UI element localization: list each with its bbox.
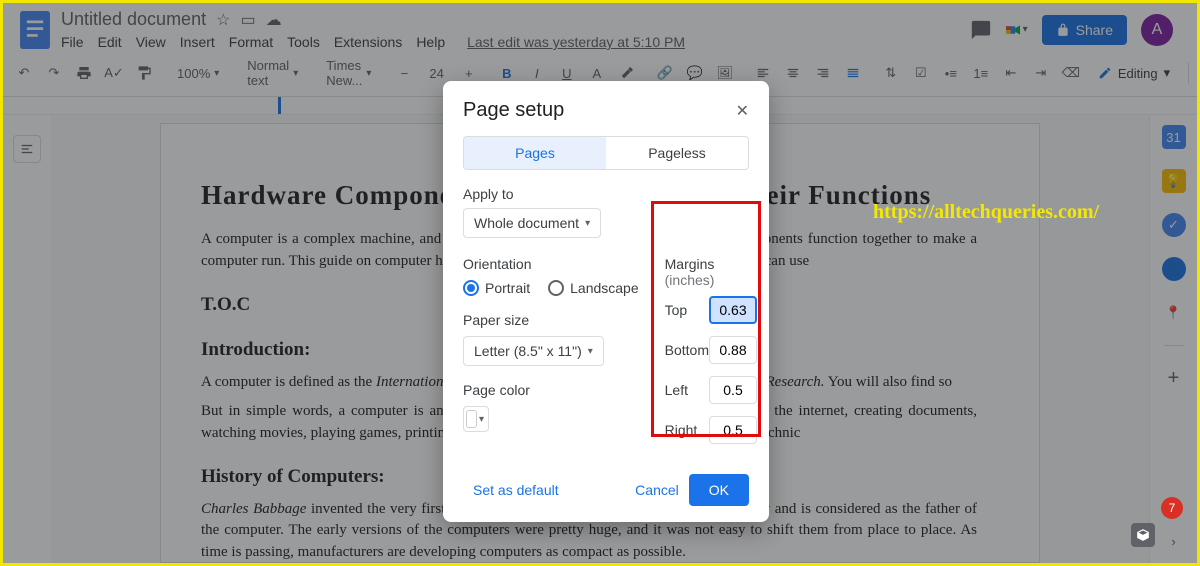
- margin-bottom-input[interactable]: [709, 336, 757, 364]
- margin-top-label: Top: [665, 302, 688, 318]
- radio-landscape[interactable]: Landscape: [548, 280, 639, 296]
- tab-pageless[interactable]: Pageless: [606, 137, 748, 169]
- apply-to-label: Apply to: [463, 186, 749, 202]
- explore-icon[interactable]: [1131, 523, 1155, 547]
- apply-to-select[interactable]: Whole document▾: [463, 208, 601, 238]
- page-setup-dialog: Page setup ✕ Pages Pageless Apply to Who…: [443, 81, 769, 522]
- radio-portrait[interactable]: Portrait: [463, 280, 530, 296]
- page-color-select[interactable]: ▾: [463, 406, 489, 432]
- margins-label: Margins (inches): [665, 256, 757, 288]
- margin-right-label: Right: [665, 422, 698, 438]
- watermark-link: https://alltechqueries.com/: [873, 201, 1099, 224]
- chevron-down-icon: ▾: [479, 414, 484, 425]
- margin-left-label: Left: [665, 382, 688, 398]
- paper-size-label: Paper size: [463, 312, 639, 328]
- dialog-title: Page setup: [463, 99, 564, 122]
- color-swatch-white: [466, 410, 477, 428]
- orientation-label: Orientation: [463, 256, 639, 272]
- cancel-button[interactable]: Cancel: [625, 474, 689, 506]
- paper-size-select[interactable]: Letter (8.5" x 11")▾: [463, 336, 604, 366]
- page-color-label: Page color: [463, 382, 639, 398]
- margin-bottom-label: Bottom: [665, 342, 709, 358]
- tab-pages[interactable]: Pages: [464, 137, 606, 169]
- margin-top-input[interactable]: [709, 296, 757, 324]
- chevron-down-icon: ▾: [585, 218, 590, 229]
- close-icon[interactable]: ✕: [736, 101, 749, 121]
- chevron-down-icon: ▾: [588, 346, 593, 357]
- notification-badge[interactable]: 7: [1161, 497, 1183, 519]
- margin-right-input[interactable]: [709, 416, 757, 444]
- set-default-button[interactable]: Set as default: [463, 474, 569, 506]
- margin-left-input[interactable]: [709, 376, 757, 404]
- ok-button[interactable]: OK: [689, 474, 749, 506]
